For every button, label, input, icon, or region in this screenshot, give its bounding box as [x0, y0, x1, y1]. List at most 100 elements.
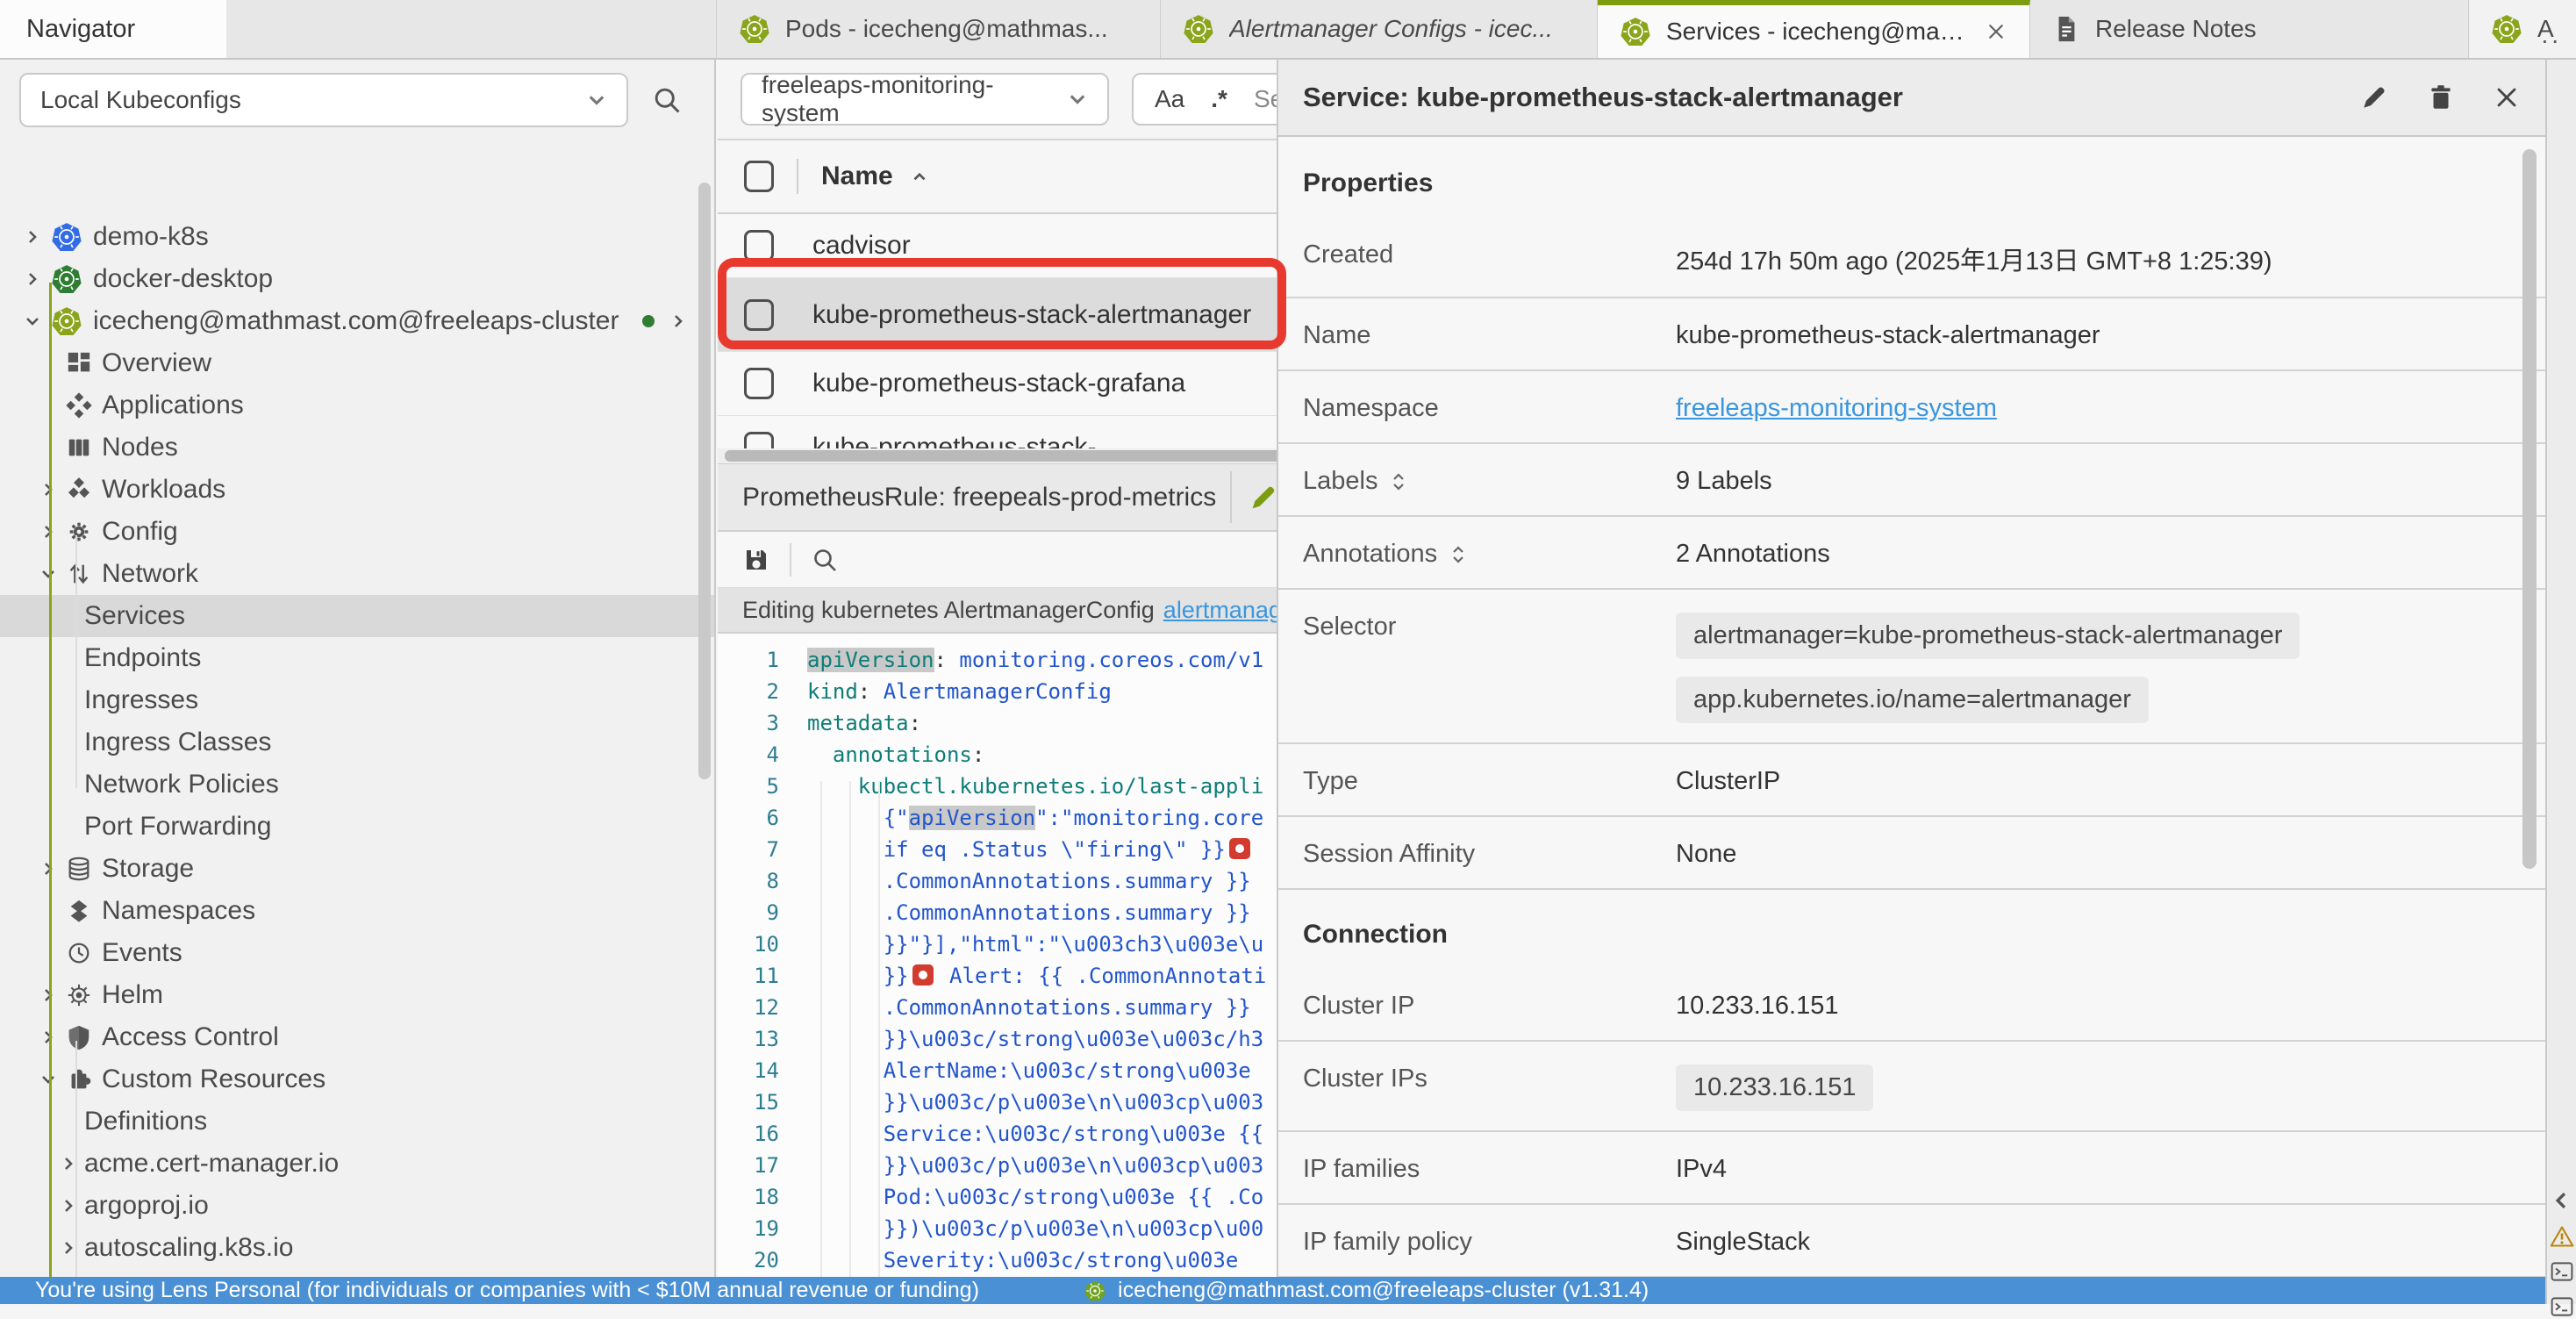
- sidebar-scrollbar[interactable]: [698, 183, 711, 779]
- line-number: 5: [718, 771, 800, 802]
- chevron-down-icon[interactable]: [35, 565, 61, 583]
- indent-guide: [878, 781, 880, 1277]
- detail-row-cluster-ip: Cluster IP10.233.16.151: [1278, 969, 2545, 1042]
- sidebar-item-namespaces[interactable]: Namespaces: [0, 890, 714, 932]
- sidebar-item-overview[interactable]: Overview: [0, 342, 714, 384]
- sidebar-item-network-policies[interactable]: Network Policies: [0, 763, 714, 806]
- sidebar-item-services[interactable]: Services: [0, 595, 714, 637]
- sidebar-item-cert-manager-io[interactable]: cert-manager.io: [0, 1269, 714, 1277]
- terminal-icon[interactable]: [2550, 1259, 2574, 1284]
- sidebar-item-label: Namespaces: [102, 896, 255, 926]
- sidebar-item-network[interactable]: Network: [0, 553, 714, 595]
- chevron-right-icon[interactable]: [35, 523, 61, 541]
- line-number: 16: [718, 1118, 800, 1150]
- save-icon[interactable]: [742, 546, 770, 574]
- row-label: Cluster IPs: [1303, 1065, 1428, 1093]
- row-checkbox[interactable]: [744, 432, 774, 448]
- sidebar-item-label: Endpoints: [84, 643, 201, 673]
- edit-icon[interactable]: [2359, 82, 2389, 112]
- tree-guide-line: [75, 1041, 77, 1277]
- tab-alertmanager-configs-icec[interactable]: Alertmanager Configs - icec...: [1161, 0, 1598, 58]
- detail-scrollbar[interactable]: [2522, 149, 2537, 869]
- tab-pods-icecheng-mathmas[interactable]: Pods - icecheng@mathmas...: [717, 0, 1161, 58]
- sidebar-item-nodes[interactable]: Nodes: [0, 427, 714, 469]
- row-value: ClusterIP: [1676, 763, 2501, 796]
- sidebar-item-autoscaling-k8s-io[interactable]: autoscaling.k8s.io: [0, 1227, 714, 1269]
- sidebar-item-label: Ingress Classes: [84, 728, 271, 757]
- sidebar-item-ingress-classes[interactable]: Ingress Classes: [0, 721, 714, 763]
- chevron-right-icon[interactable]: [35, 481, 61, 498]
- row-checkbox[interactable]: [744, 230, 774, 262]
- sidebar-item-port-forwarding[interactable]: Port Forwarding: [0, 806, 714, 848]
- sidebar-item-label: icecheng@mathmast.com@freeleaps-cluster: [93, 306, 619, 336]
- chevron-right-icon[interactable]: [669, 312, 687, 330]
- editing-banner-text: Editing kubernetes AlertmanagerConfig: [742, 597, 1155, 624]
- sidebar-item-config[interactable]: Config: [0, 511, 714, 553]
- sidebar-item-events[interactable]: Events: [0, 932, 714, 974]
- service-name: kube-prometheus-stack-: [812, 433, 1096, 448]
- tab-label: Release Notes: [2095, 15, 2257, 43]
- sidebar-item-label: Events: [102, 938, 182, 968]
- chevron-down-icon[interactable]: [18, 312, 47, 330]
- toolbar-divider: [790, 543, 791, 577]
- kubeconfig-select[interactable]: Local Kubeconfigs: [19, 73, 628, 127]
- edit-icon[interactable]: [1248, 482, 1279, 513]
- warning-icon[interactable]: [2550, 1224, 2574, 1249]
- row-value: None: [1676, 836, 2501, 869]
- regex-icon[interactable]: .*: [1211, 85, 1227, 113]
- sidebar-item-label: Applications: [102, 391, 244, 420]
- chevron-down-icon[interactable]: [35, 1071, 61, 1088]
- sidebar-item-endpoints[interactable]: Endpoints: [0, 637, 714, 679]
- sidebar-item-label: Access Control: [102, 1022, 279, 1052]
- delete-icon[interactable]: [2426, 82, 2456, 112]
- row-value: 254d 17h 50m ago (2025年1月13日 GMT+8 1:25:…: [1676, 237, 2501, 277]
- chevron-right-icon[interactable]: [18, 270, 47, 288]
- sidebar-item-demo-k8s[interactable]: demo-k8s: [0, 216, 714, 258]
- tab-release-notes[interactable]: Release Notes: [2030, 0, 2469, 58]
- sidebar-item-ingresses[interactable]: Ingresses: [0, 679, 714, 721]
- sidebar-item-access-control[interactable]: Access Control: [0, 1016, 714, 1058]
- sidebar-item-workloads[interactable]: Workloads: [0, 469, 714, 511]
- chevron-right-icon[interactable]: [53, 1155, 84, 1172]
- chevron-right-icon[interactable]: [53, 1239, 84, 1257]
- search-icon[interactable]: [651, 84, 683, 116]
- chevron-right-icon[interactable]: [53, 1197, 84, 1215]
- sort-icon[interactable]: [1449, 543, 1467, 566]
- sidebar-item-label: autoscaling.k8s.io: [84, 1233, 293, 1263]
- row-checkbox[interactable]: [744, 368, 774, 399]
- chevron-right-icon[interactable]: [35, 860, 61, 878]
- tab-close-icon[interactable]: [1986, 21, 2007, 42]
- sidebar-item-icecheng-mathmast-com-freeleaps-cluster[interactable]: icecheng@mathmast.com@freeleaps-cluster: [0, 300, 714, 342]
- sidebar-item-storage[interactable]: Storage: [0, 848, 714, 890]
- header-divider: [797, 159, 798, 194]
- row-label: Type: [1303, 767, 1358, 796]
- sidebar-item-acme-cert-manager-io[interactable]: acme.cert-manager.io: [0, 1143, 714, 1185]
- line-number: 13: [718, 1023, 800, 1055]
- name-column-header[interactable]: Name: [821, 161, 893, 191]
- sidebar-item-label: demo-k8s: [93, 222, 209, 252]
- collapse-icon[interactable]: [2550, 1189, 2572, 1212]
- sidebar-item-docker-desktop[interactable]: docker-desktop: [0, 258, 714, 300]
- sort-asc-icon[interactable]: [911, 169, 928, 183]
- sidebar-item-definitions[interactable]: Definitions: [0, 1100, 714, 1143]
- chevron-right-icon[interactable]: [35, 986, 61, 1004]
- terminal-icon[interactable]: [2550, 1294, 2574, 1319]
- kubernetes-icon: [47, 222, 86, 252]
- chevron-right-icon[interactable]: [18, 228, 47, 246]
- row-label: Namespace: [1303, 394, 1439, 423]
- namespace-select[interactable]: freeleaps-monitoring-system: [741, 73, 1109, 125]
- search-icon[interactable]: [811, 546, 839, 574]
- match-case-icon[interactable]: Aa: [1155, 85, 1184, 113]
- sidebar-item-helm[interactable]: Helm: [0, 974, 714, 1016]
- sidebar-item-custom-resources[interactable]: Custom Resources: [0, 1058, 714, 1100]
- sort-icon[interactable]: [1390, 470, 1407, 493]
- select-all-checkbox[interactable]: [744, 161, 774, 192]
- sidebar-item-label: Port Forwarding: [84, 812, 271, 842]
- row-value: SingleStack: [1676, 1224, 2501, 1257]
- sidebar-item-argoproj-io[interactable]: argoproj.io: [0, 1185, 714, 1227]
- sidebar-item-applications[interactable]: Applications: [0, 384, 714, 427]
- close-icon[interactable]: [2493, 83, 2521, 111]
- namespace-link[interactable]: freeleaps-monitoring-system: [1676, 394, 1997, 422]
- tab-services-icecheng-math[interactable]: Services - icecheng@math...: [1598, 0, 2030, 58]
- chevron-right-icon[interactable]: [35, 1029, 61, 1046]
